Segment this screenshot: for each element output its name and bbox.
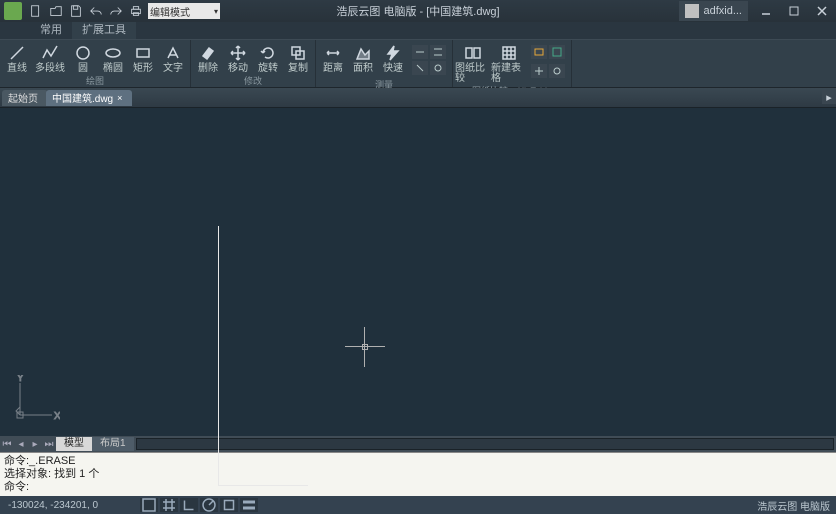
tool-copy[interactable]: 复制: [283, 42, 313, 74]
layout-tabs: ⏮ ◂ ▸ ⏭ 模型 布局1: [0, 436, 836, 452]
tool-text[interactable]: 文字: [158, 42, 188, 74]
mini-dim4-icon[interactable]: [430, 61, 446, 75]
cmd-line-2: 命令:: [4, 481, 832, 494]
layout-nav-last[interactable]: ⏭: [42, 437, 56, 451]
ribbon: 直线 多段线 圆 椭圆 矩形 文字 绘图 删除 移动 旋转 复制 修改 距离 面…: [0, 40, 836, 88]
edit-mode-selector[interactable]: 编辑模式▾: [148, 3, 220, 19]
ribbon-tabs: 常用 扩展工具: [0, 22, 836, 40]
drawing-canvas[interactable]: YX: [0, 108, 836, 436]
crosshair-box: [362, 344, 368, 350]
mini-c3-icon[interactable]: [531, 64, 547, 78]
file-tab-current[interactable]: 中国建筑.dwg×: [46, 90, 132, 106]
tool-polyline[interactable]: 多段线: [32, 42, 68, 74]
area-icon: [354, 44, 372, 62]
layout-tab-layout1[interactable]: 布局1: [92, 437, 134, 451]
snap-toggle-icon[interactable]: [140, 498, 158, 512]
copy-icon: [289, 44, 307, 62]
osnap-toggle-icon[interactable]: [220, 498, 238, 512]
tool-line[interactable]: 直线: [2, 42, 32, 74]
ribbon-group-modify: 删除 移动 旋转 复制 修改: [191, 40, 316, 87]
qat-new-icon[interactable]: [28, 3, 44, 19]
ortho-toggle-icon[interactable]: [180, 498, 198, 512]
layout-nav-first[interactable]: ⏮: [0, 437, 14, 451]
erase-icon: [199, 44, 217, 62]
table-icon: [500, 44, 518, 62]
rect-icon: [134, 44, 152, 62]
svg-text:X: X: [54, 411, 60, 422]
rotate-icon: [259, 44, 277, 62]
user-area[interactable]: adfxid...: [679, 1, 748, 21]
mini-c1-icon[interactable]: [531, 45, 547, 59]
measure-mini-buttons: [408, 42, 450, 78]
layout-tab-model[interactable]: 模型: [56, 437, 92, 451]
qat-save-icon[interactable]: [68, 3, 84, 19]
drawn-polyline: [218, 226, 308, 486]
maximize-button[interactable]: [780, 0, 808, 22]
mini-dim3-icon[interactable]: [412, 61, 428, 75]
mini-dim2-icon[interactable]: [430, 45, 446, 59]
cmd-line-0: 命令:_.ERASE: [4, 455, 832, 468]
grid-toggle-icon[interactable]: [160, 498, 178, 512]
ribbon-tab-common[interactable]: 常用: [30, 19, 72, 39]
cmd-line-1: 选择对象: 找到 1 个: [4, 468, 832, 481]
text-icon: [164, 44, 182, 62]
file-tab-home[interactable]: 起始页: [2, 90, 48, 106]
compare-icon: [464, 44, 482, 62]
move-icon: [229, 44, 247, 62]
ribbon-group-draw: 直线 多段线 圆 椭圆 矩形 文字 绘图: [0, 40, 191, 87]
close-button[interactable]: [808, 0, 836, 22]
mini-dim1-icon[interactable]: [412, 45, 428, 59]
coordinate-readout: -130024, -234201, 0: [0, 500, 120, 511]
titlebar: 编辑模式▾ 浩辰云图 电脑版 - [中国建筑.dwg] adfxid...: [0, 0, 836, 22]
group-label-draw: 绘图: [2, 74, 188, 89]
ellipse-icon: [104, 44, 122, 62]
polar-toggle-icon[interactable]: [200, 498, 218, 512]
layout-nav-prev[interactable]: ◂: [14, 437, 28, 451]
group-label-modify: 修改: [193, 74, 313, 89]
quick-access-toolbar: [28, 3, 144, 19]
minimize-button[interactable]: [752, 0, 780, 22]
ribbon-group-compare: 图纸比较 新建表格 图纸比较 XlsTable: [453, 40, 572, 87]
lightning-icon: [384, 44, 402, 62]
tool-newtable[interactable]: 新建表格: [491, 42, 527, 84]
app-icon: [4, 2, 22, 20]
tool-rotate[interactable]: 旋转: [253, 42, 283, 74]
tool-erase[interactable]: 删除: [193, 42, 223, 74]
qat-open-icon[interactable]: [48, 3, 64, 19]
file-tabs: 起始页 中国建筑.dwg× ▸: [0, 88, 836, 108]
tool-move[interactable]: 移动: [223, 42, 253, 74]
qat-print-icon[interactable]: [128, 3, 144, 19]
tool-area[interactable]: 面积: [348, 42, 378, 78]
ucs-icon: YX: [10, 375, 60, 428]
tool-compare[interactable]: 图纸比较: [455, 42, 491, 84]
command-window[interactable]: 命令:_.ERASE 选择对象: 找到 1 个 命令:: [0, 452, 836, 496]
tool-distance[interactable]: 距离: [318, 42, 348, 78]
tool-circle[interactable]: 圆: [68, 42, 98, 74]
tool-quick[interactable]: 快速: [378, 42, 408, 78]
status-bar: -130024, -234201, 0 浩辰云图 电脑版: [0, 496, 836, 514]
compare-mini-buttons: [527, 42, 569, 84]
lwt-toggle-icon[interactable]: [240, 498, 258, 512]
svg-text:Y: Y: [17, 375, 24, 384]
layout-nav-next[interactable]: ▸: [28, 437, 42, 451]
circle-icon: [74, 44, 92, 62]
user-icon: [685, 4, 699, 18]
tab-scroll-icon[interactable]: ▸: [822, 90, 836, 104]
mini-c4-icon[interactable]: [549, 64, 565, 78]
window-title: 浩辰云图 电脑版 - [中国建筑.dwg]: [336, 3, 499, 19]
qat-redo-icon[interactable]: [108, 3, 124, 19]
line-icon: [8, 44, 26, 62]
window-controls: [752, 0, 836, 22]
status-toggles: [140, 498, 258, 512]
qat-undo-icon[interactable]: [88, 3, 104, 19]
mini-c2-icon[interactable]: [549, 45, 565, 59]
ribbon-group-measure: 距离 面积 快速 测量: [316, 40, 453, 87]
ribbon-tab-extend[interactable]: 扩展工具: [72, 19, 136, 39]
distance-icon: [324, 44, 342, 62]
polyline-icon: [41, 44, 59, 62]
tool-rect[interactable]: 矩形: [128, 42, 158, 74]
close-tab-icon[interactable]: ×: [117, 93, 122, 103]
tool-ellipse[interactable]: 椭圆: [98, 42, 128, 74]
